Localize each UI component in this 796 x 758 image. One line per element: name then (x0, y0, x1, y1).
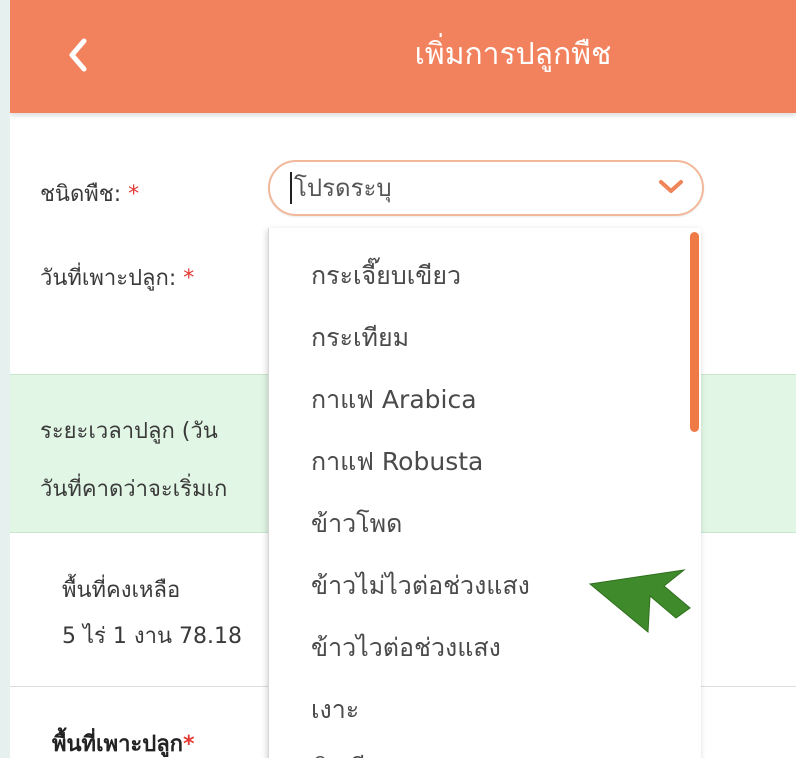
remaining-area-value: 5 ไร่ 1 งาน 78.18 (62, 624, 242, 649)
harvest-date-label: วันที่คาดว่าจะเริ่มเก (40, 477, 228, 502)
required-mark: * (183, 266, 195, 291)
duration-label: ระยะเวลาปลูก (วัน (40, 419, 218, 444)
app-header: เพิ่มการปลูกพืช (10, 0, 796, 113)
remaining-area-label: พื้นที่คงเหลือ (62, 578, 181, 603)
required-mark: * (183, 732, 195, 757)
app-screen: เพิ่มการปลูกพืช ชนิดพืช: * โปรดระบุ วันท… (10, 0, 796, 758)
crop-type-label-row: ชนิดพืช: * (40, 176, 139, 211)
arrow-pointer-icon (588, 569, 691, 634)
required-mark: * (128, 182, 140, 207)
dropdown-option[interactable]: ขิงเทียม (311, 748, 396, 758)
page-title: เพิ่มการปลูกพืช (414, 37, 612, 72)
crop-type-dropdown-list[interactable]: กระเจี๊ยบเขียว กระเทียม กาแฟ Arabica กาแ… (268, 228, 701, 758)
crop-date-label: วันที่เพาะปลูก: (40, 266, 177, 291)
planting-area-label-row: พื้นที่เพาะปลูก* (52, 726, 195, 758)
crop-date-label-row: วันที่เพาะปลูก: * (40, 260, 194, 295)
crop-type-select[interactable]: โปรดระบุ (268, 160, 704, 216)
dropdown-option[interactable]: ข้าวโพด (311, 504, 402, 544)
dropdown-option[interactable]: กระเจี๊ยบเขียว (311, 256, 461, 296)
chevron-down-icon (659, 180, 683, 193)
dropdown-option[interactable]: กาแฟ Robusta (311, 442, 483, 482)
dropdown-option[interactable]: กาแฟ Arabica (311, 380, 477, 420)
dropdown-option-highlighted[interactable]: ข้าวไม่ไวต่อช่วงแสง (311, 566, 530, 606)
crop-type-label: ชนิดพืช: (40, 182, 122, 207)
dropdown-option[interactable]: เงาะ (311, 690, 359, 730)
crop-type-select-value: โปรดระบุ (290, 172, 392, 204)
dropdown-option[interactable]: กระเทียม (311, 318, 409, 358)
planting-area-label: พื้นที่เพาะปลูก (52, 732, 184, 757)
dropdown-option[interactable]: ข้าวไวต่อช่วงแสง (311, 628, 501, 668)
dropdown-scrollbar[interactable] (690, 232, 699, 432)
